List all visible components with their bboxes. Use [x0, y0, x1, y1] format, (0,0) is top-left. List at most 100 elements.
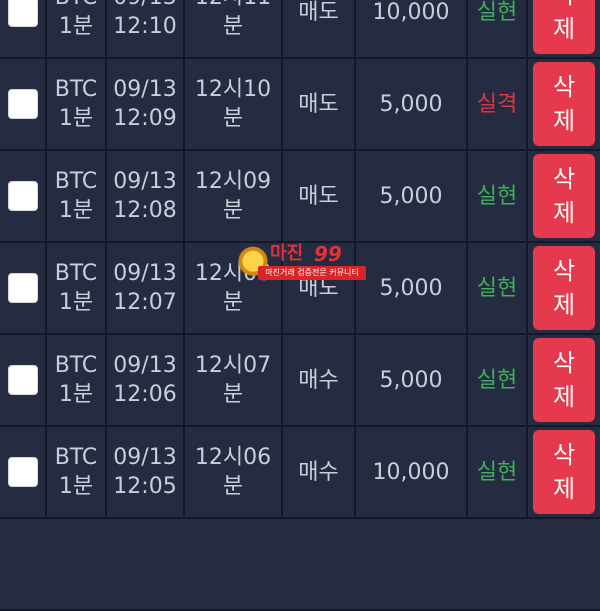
timestamp-cell: 09/13 12:10 — [107, 0, 185, 57]
side-cell: 매도 — [283, 59, 356, 149]
side-label: 매도 — [298, 275, 339, 301]
result-cell: 실현 — [468, 427, 528, 517]
round-label: 12시06 — [194, 445, 272, 470]
timestamp-cell: 09/13 12:08 — [107, 151, 185, 241]
round-label: 12시07 — [194, 353, 272, 378]
round-cell: 12시08 분 — [185, 243, 283, 333]
round-unit: 분 — [222, 382, 244, 407]
side-label: 매수 — [298, 367, 339, 393]
time-label: 12:07 — [113, 290, 177, 315]
row-select-cell — [0, 335, 47, 425]
round-unit: 분 — [222, 106, 244, 131]
round-unit: 분 — [222, 14, 244, 39]
delete-label-1: 삭 — [552, 441, 576, 469]
coin-label: BTC — [55, 0, 98, 12]
result-label: 실현 — [476, 183, 518, 209]
round-cell: 12시07 분 — [185, 335, 283, 425]
amount-cell: 10,000 — [356, 0, 468, 57]
amount-value: 5,000 — [379, 91, 443, 117]
delete-label-2: 제 — [552, 291, 576, 319]
table-row: BTC 1분 09/13 12:06 12시07 분 매수 5,000 실현 삭제 — [0, 335, 600, 427]
table-row: BTC 1분 09/13 12:09 12시10 분 매도 5,000 실격 삭제 — [0, 59, 600, 151]
timestamp-cell: 09/13 12:06 — [107, 335, 185, 425]
date-label: 09/13 — [113, 445, 177, 470]
result-cell: 실현 — [468, 151, 528, 241]
timestamp-cell: 09/13 12:05 — [107, 427, 185, 517]
coin-label: BTC — [54, 77, 98, 102]
delete-cell: 삭제 — [528, 243, 600, 333]
time-label: 12:05 — [113, 474, 177, 499]
delete-button[interactable]: 삭제 — [533, 154, 595, 238]
delete-button[interactable]: 삭제 — [533, 338, 595, 422]
date-label: 09/13 — [113, 0, 176, 12]
amount-value: 5,000 — [379, 183, 443, 209]
round-unit: 분 — [222, 474, 244, 499]
row-select-cell — [0, 0, 47, 57]
delete-label-1: 삭 — [552, 73, 576, 101]
row-checkbox[interactable] — [7, 0, 38, 27]
delete-button[interactable]: 삭제 — [533, 62, 595, 146]
delete-cell: 삭제 — [528, 59, 600, 149]
amount-cell: 5,000 — [356, 59, 468, 149]
round-label: 12시11 — [195, 0, 271, 12]
coin-cell: BTC 1분 — [47, 243, 107, 333]
amount-value: 10,000 — [372, 0, 450, 25]
date-label: 09/13 — [113, 261, 177, 286]
delete-label-2: 제 — [552, 383, 576, 411]
amount-value: 5,000 — [379, 275, 443, 301]
result-label: 실현 — [476, 459, 518, 485]
delete-label-2: 제 — [552, 199, 576, 227]
interval-label: 1분 — [58, 290, 94, 315]
time-label: 12:09 — [113, 106, 177, 131]
delete-label-2: 제 — [552, 475, 576, 503]
row-checkbox[interactable] — [7, 89, 38, 119]
result-label: 실현 — [476, 275, 518, 301]
amount-cell: 5,000 — [356, 335, 468, 425]
delete-button[interactable]: 삭제 — [533, 430, 595, 514]
round-cell: 12시09 분 — [185, 151, 283, 241]
table-row: BTC 1분 09/13 12:05 12시06 분 매수 10,000 실현 삭제 — [0, 427, 600, 519]
coin-cell: BTC 1분 — [47, 335, 107, 425]
delete-label-1: 삭 — [552, 349, 576, 377]
round-cell: 12시11 분 — [185, 0, 283, 57]
side-cell: 매도 — [283, 0, 356, 57]
result-cell: 실격 — [468, 59, 528, 149]
delete-button[interactable]: 삭제 — [533, 0, 595, 54]
table-row: BTC 1분 09/13 12:08 12시09 분 매도 5,000 실현 삭제 — [0, 151, 600, 243]
table-row: BTC 1분 09/13 12:07 12시08 분 매도 5,000 실현 삭제 — [0, 243, 600, 335]
side-label: 매도 — [298, 0, 339, 25]
row-checkbox[interactable] — [7, 273, 38, 303]
table-row: BTC 1분 09/13 12:10 12시11 분 매도 10,000 실현 삭제 — [0, 0, 600, 59]
time-label: 12:10 — [113, 14, 177, 39]
amount-cell: 10,000 — [356, 427, 468, 517]
round-label: 12시08 — [194, 261, 272, 286]
coin-label: BTC — [54, 169, 98, 194]
side-label: 매도 — [298, 183, 339, 209]
interval-label: 1분 — [58, 14, 94, 39]
row-select-cell — [0, 243, 47, 333]
delete-label-1: 삭 — [552, 165, 576, 193]
round-label: 12시09 — [194, 169, 272, 194]
delete-cell: 삭제 — [528, 0, 600, 57]
round-unit: 분 — [222, 198, 244, 223]
row-checkbox[interactable] — [7, 365, 38, 395]
date-label: 09/13 — [113, 353, 177, 378]
delete-cell: 삭제 — [528, 151, 600, 241]
amount-value: 10,000 — [372, 459, 450, 485]
interval-label: 1분 — [58, 474, 94, 499]
row-checkbox[interactable] — [7, 457, 38, 487]
interval-label: 1분 — [58, 106, 94, 131]
delete-button[interactable]: 삭제 — [533, 246, 595, 330]
delete-cell: 삭제 — [528, 427, 600, 517]
amount-cell: 5,000 — [356, 243, 468, 333]
coin-cell: BTC 1분 — [47, 151, 107, 241]
row-select-cell — [0, 427, 47, 517]
row-checkbox[interactable] — [7, 181, 38, 211]
result-label: 실격 — [476, 91, 518, 117]
side-cell: 매도 — [283, 243, 356, 333]
timestamp-cell: 09/13 12:07 — [107, 243, 185, 333]
side-label: 매수 — [298, 459, 339, 485]
side-label: 매도 — [298, 91, 339, 117]
timestamp-cell: 09/13 12:09 — [107, 59, 185, 149]
delete-label-2: 제 — [552, 15, 576, 43]
